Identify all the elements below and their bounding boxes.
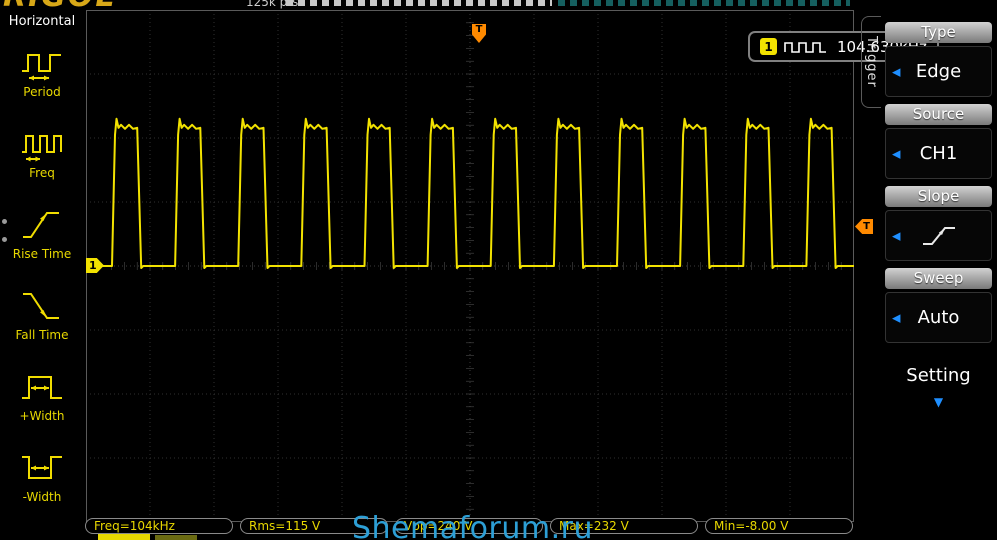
slope-button[interactable]: ◀	[885, 210, 992, 261]
trigger-group-source: Source ◀ CH1	[885, 104, 992, 179]
channel1-marker-label: 1	[89, 259, 97, 272]
pulse-train-icon	[784, 41, 826, 53]
left-arrow-icon: ◀	[892, 65, 901, 78]
measurement-min: Min=-8.00 V	[705, 518, 853, 534]
menu-item-fall-time[interactable]: Fall Time	[0, 285, 84, 366]
trigger-level-marker: T	[855, 219, 873, 234]
trigger-group-sweep: Sweep ◀ Auto	[885, 268, 992, 343]
menu-item-label: +Width	[19, 409, 65, 423]
bottom-secondary-label	[155, 535, 197, 540]
fall-time-icon	[20, 285, 64, 327]
freq-icon	[20, 123, 64, 165]
left-arrow-icon: ◀	[892, 311, 901, 324]
memory-gauge-empty	[558, 0, 850, 6]
setting-button[interactable]: Setting ▼	[885, 352, 992, 422]
rise-time-icon	[20, 204, 64, 246]
menu-item-freq[interactable]: Freq	[0, 123, 84, 204]
menu-item-label: Rise Time	[12, 247, 72, 261]
measurement-freq: Freq=104kHz	[85, 518, 233, 534]
waveform-display: 1 104.630kHz	[85, 9, 939, 522]
oscilloscope-ui: RIGOL 125k pts Horizontal Period	[0, 0, 997, 540]
sweep-auto-button[interactable]: ◀ Auto	[885, 292, 992, 343]
menu-item-label: -Width	[22, 490, 62, 504]
sweep-value: Auto	[917, 307, 960, 328]
left-arrow-icon: ◀	[892, 147, 901, 160]
period-icon	[20, 42, 64, 84]
type-edge-button[interactable]: ◀ Edge	[885, 46, 992, 97]
type-value: Edge	[915, 61, 962, 82]
menu-item-minus-width[interactable]: -Width	[0, 447, 84, 528]
minus-width-icon	[20, 447, 64, 489]
horizontal-menu: Horizontal Period Freq Rise Time Fall Ti…	[0, 14, 84, 528]
memory-gauge-filled	[286, 0, 552, 6]
trigger-level-label: T	[863, 221, 870, 232]
menu-item-label: Freq	[29, 166, 55, 180]
setting-label: Setting	[906, 365, 971, 386]
waveform-svg	[85, 9, 902, 522]
down-arrow-icon: ▼	[933, 395, 944, 409]
trigger-position-label: T	[475, 24, 483, 35]
horizontal-menu-title: Horizontal	[8, 14, 76, 29]
menu-item-label: Period	[23, 85, 61, 99]
trigger-group-type: Type ◀ Edge	[885, 22, 992, 97]
menu-item-label: Fall Time	[15, 328, 69, 342]
watermark: Shemaforum.ru	[352, 511, 593, 540]
menu-item-plus-width[interactable]: +Width	[0, 366, 84, 447]
plus-width-icon	[20, 366, 64, 408]
menu-header-slope: Slope	[885, 186, 992, 207]
trigger-menu: Type ◀ Edge Source ◀ CH1 Slope ◀ Sweep ◀…	[880, 0, 997, 540]
rising-slope-icon	[922, 226, 955, 245]
source-value: CH1	[919, 143, 958, 164]
trigger-group-slope: Slope ◀	[885, 186, 992, 261]
trigger-tab: Trigger	[861, 16, 881, 108]
left-arrow-icon: ◀	[892, 229, 901, 242]
menu-item-rise-time[interactable]: Rise Time	[0, 204, 84, 285]
menu-header-sweep: Sweep	[885, 268, 992, 289]
counter-channel-badge: 1	[760, 38, 777, 55]
source-ch1-button[interactable]: ◀ CH1	[885, 128, 992, 179]
ch1-bottom-label	[98, 534, 150, 540]
menu-header-source: Source	[885, 104, 992, 125]
menu-item-period[interactable]: Period	[0, 42, 84, 123]
menu-header-type: Type	[885, 22, 992, 43]
